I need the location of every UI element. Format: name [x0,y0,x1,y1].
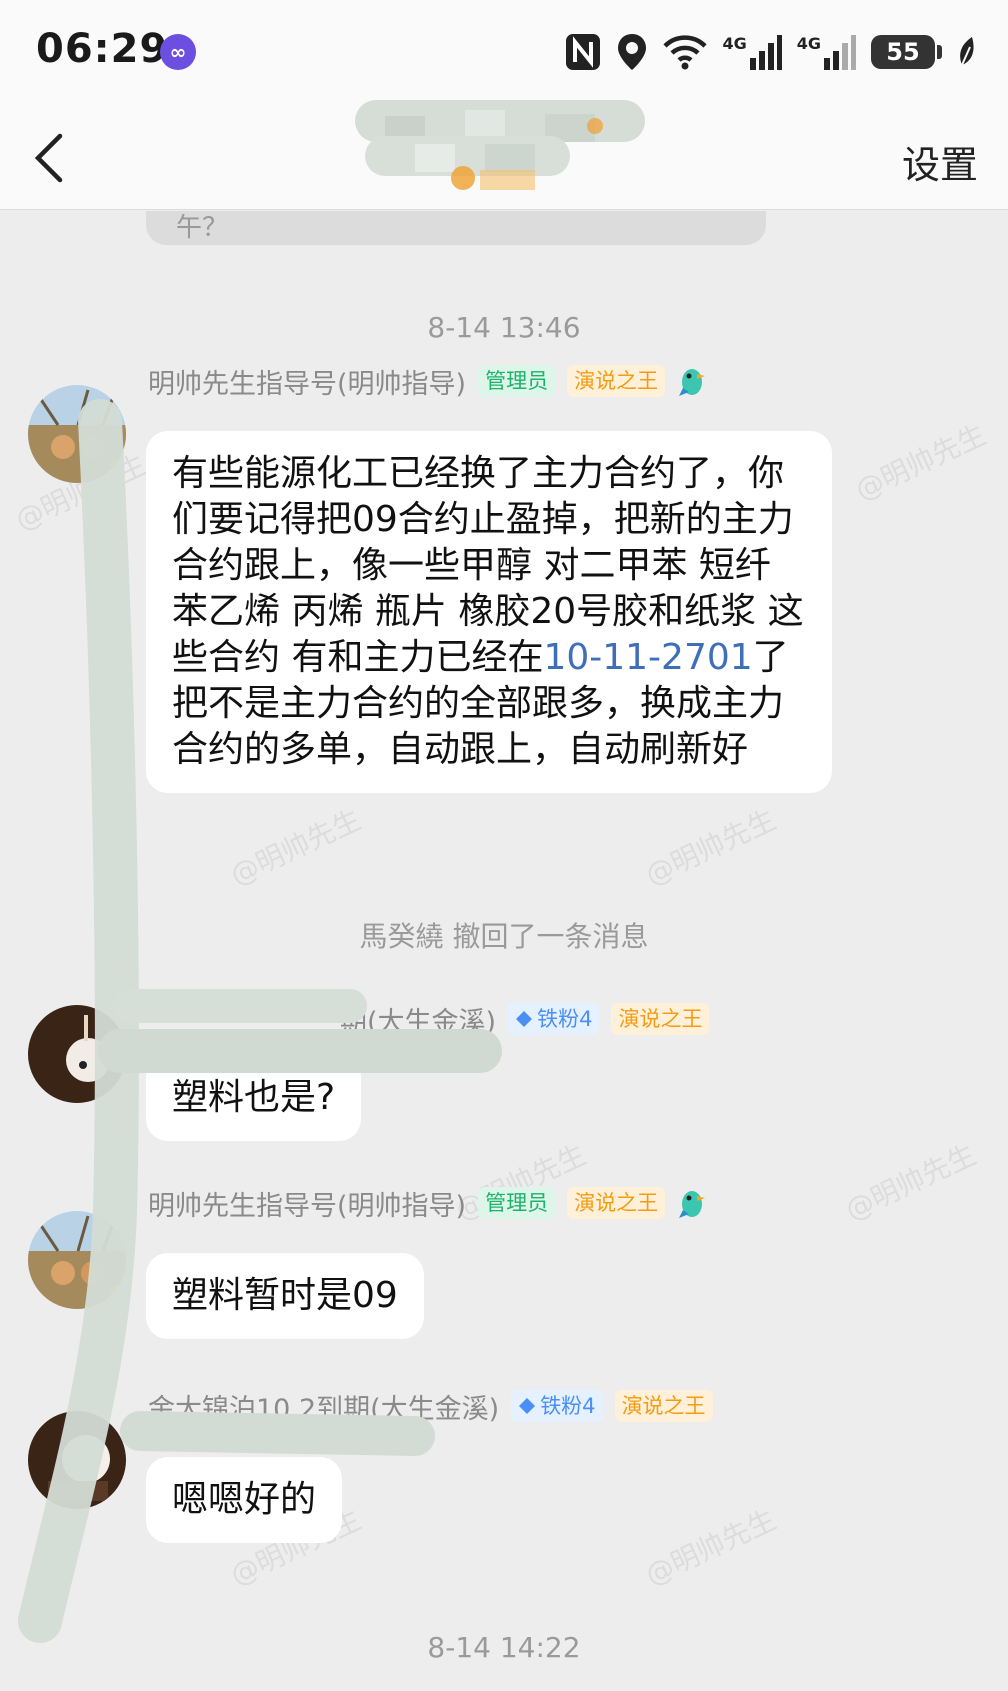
avatar[interactable] [28,1211,126,1309]
sender-line: 明帅先生指导号(明帅指导) 管理员 演说之王 [148,361,707,401]
sender-name[interactable]: 金大锦泊10.2到期(大生金溪) [148,1387,499,1426]
leaf-icon [960,37,974,66]
bird-icon [679,1191,706,1218]
battery-icon: 55 [871,35,935,69]
status-bar: 06:29 ∞ 4G 4G 55 [0,0,1008,100]
sender-line: 明帅先生指导号(明帅指导) 管理员 演说之王 [148,1183,707,1223]
diamond-icon [516,1011,533,1027]
previous-message-fragment: 午？ [176,213,229,243]
sender-name[interactable]: 期(大生金溪) [340,1000,496,1039]
battery-tip [937,45,942,59]
speech-king-badge: 演说之王 [567,1187,666,1219]
fan-badge: 铁粉4 [511,1390,603,1422]
watermark: @明帅先生 [840,1137,982,1227]
signal-2: 4G [797,34,857,70]
speech-king-badge: 演说之王 [614,1390,713,1422]
avatar-image [28,385,126,483]
wifi-icon [663,35,708,70]
back-button[interactable] [30,130,80,186]
sender-line: 金大锦泊10.2到期(大生金溪) 铁粉4 演说之王 [148,1386,713,1426]
message-bubble[interactable]: 塑料暂时是09 [146,1253,424,1339]
message-text: 塑料暂时是09 [172,1275,398,1316]
recall-notice: 馬癸繞 撤回了一条消息 [359,920,649,953]
admin-badge: 管理员 [478,365,556,397]
chat-header: 设置 [0,100,1008,210]
fan-badge-label: 铁粉4 [537,1007,593,1031]
fan-badge-label: 铁粉4 [540,1394,596,1418]
avatar[interactable] [28,385,126,483]
network-type-1: 4G [722,34,747,53]
admin-badge: 管理员 [478,1187,556,1219]
signal-bars-icon [824,35,856,70]
location-icon [618,34,647,70]
signal-bars-icon [749,35,782,70]
network-type-2: 4G [796,34,821,53]
previous-message-bubble[interactable]: 午？ [146,211,766,245]
link-app-icon: ∞ [160,34,196,70]
timestamp: 8-14 14:22 [427,1631,581,1664]
speech-king-badge: 演说之王 [611,1003,710,1035]
message-text: 塑料也是? [172,1077,336,1118]
message-bubble[interactable]: 嗯嗯好的 [146,1457,343,1543]
phone-link[interactable]: 10-11-2701 [543,637,752,678]
title-redacted [355,100,645,190]
chat-message-list[interactable]: 午？ @明帅先生 @明帅先生 @明帅先生 @明帅先生 @明帅先生 @明帅先生 @… [0,211,1008,1691]
watermark: @明帅先生 [850,417,992,507]
diamond-icon [519,1398,536,1414]
watermark: @明帅先生 [640,1502,782,1592]
status-time: 06:29 [36,26,169,72]
sender-name[interactable]: 明帅先生指导号(明帅指导) [148,1184,466,1223]
sender-line: 期(大生金溪) 铁粉4 演说之王 [340,999,710,1039]
message-text: 嗯嗯好的 [172,1479,317,1520]
avatar-image [28,1005,126,1103]
settings-button[interactable]: 设置 [902,134,978,189]
message-bubble[interactable]: 有些能源化工已经换了主力合约了，你们要记得把09合约止盈掉，把新的主力合约跟上，… [146,431,832,793]
fan-badge: 铁粉4 [508,1003,600,1035]
avatar[interactable] [28,1005,126,1103]
signal-1: 4G [722,34,782,70]
message-bubble[interactable]: 塑料也是? [146,1055,362,1141]
avatar-image [28,1411,126,1509]
nfc-icon [566,34,601,70]
chevron-left-icon [34,133,63,183]
watermark: @明帅先生 [225,802,367,892]
timestamp: 8-14 13:46 [427,311,581,344]
watermark: @明帅先生 [640,802,782,892]
speech-king-badge: 演说之王 [567,365,666,397]
avatar[interactable] [28,1411,126,1509]
bird-icon [679,369,706,396]
sender-name[interactable]: 明帅先生指导号(明帅指导) [148,362,466,401]
status-icons: 4G 4G 55 [564,30,978,74]
avatar-image [28,1211,126,1309]
